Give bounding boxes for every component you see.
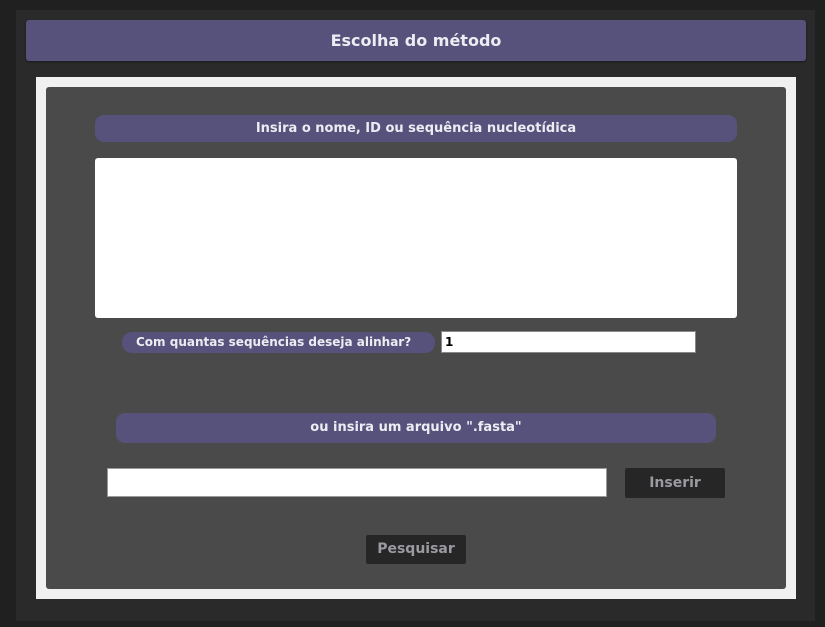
search-button[interactable]: Pesquisar [366,535,466,564]
insert-button[interactable]: Inserir [625,468,725,498]
page-title: Escolha do método [26,20,806,61]
sequence-count-input[interactable] [441,331,696,353]
sequence-label: Insira o nome, ID ou sequência nucleotíd… [95,115,737,142]
sequence-count-label: Com quantas sequências deseja alinhar? [122,332,435,353]
fasta-path-input[interactable] [107,468,607,497]
fasta-label: ou insira um arquivo ".fasta" [116,413,716,443]
sequence-textarea[interactable] [95,158,737,318]
